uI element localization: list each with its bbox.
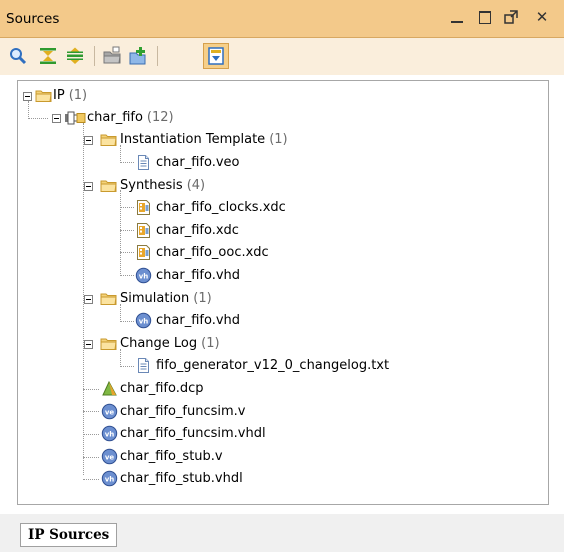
tree-label: Simulation [120, 291, 190, 306]
hierarchy-update-icon[interactable] [206, 46, 226, 66]
sources-title-bar: Sources ✕ [0, 0, 564, 38]
collapse-toggle-icon[interactable] [84, 340, 93, 349]
tree-label: Change Log [120, 336, 198, 351]
tree-node-instantiation-template[interactable]: Instantiation Template (1) [18, 129, 548, 151]
tree-label: char_fifo_funcsim.vhdl [120, 426, 266, 441]
tree-label: char_fifo_ooc.xdc [156, 245, 269, 260]
tab-ip-sources[interactable]: IP Sources [20, 523, 118, 547]
tree-file-sim-vhd[interactable]: char_fifo.vhd [18, 310, 548, 332]
folder-icon [35, 87, 52, 104]
minimize-icon[interactable] [449, 9, 465, 25]
toolbar-separator [94, 46, 95, 66]
tree-file-ooc-xdc[interactable]: char_fifo_ooc.xdc [18, 242, 548, 264]
window-title: Sources [6, 11, 60, 27]
open-folder-icon[interactable] [102, 46, 122, 66]
tree-node-ip[interactable]: IP (1) [18, 85, 548, 107]
maximize-icon[interactable] [477, 9, 493, 25]
vhdl-file-icon [101, 470, 118, 487]
tree-label: Synthesis [120, 178, 183, 193]
folder-icon [100, 131, 117, 148]
tree-file-veo[interactable]: char_fifo.veo [18, 152, 548, 174]
checkpoint-icon [101, 380, 118, 397]
tree-label: Instantiation Template [120, 132, 266, 147]
item-count: (4) [186, 178, 206, 193]
tree-label: char_fifo.dcp [120, 381, 204, 396]
vhdl-file-icon [135, 267, 152, 284]
expand-all-icon[interactable] [65, 46, 85, 66]
constraints-file-icon [135, 222, 152, 239]
sources-toolbar [0, 38, 564, 75]
collapse-toggle-icon[interactable] [84, 295, 93, 304]
sources-tree: IP (1) char_fifo (12) Instantiation Templa… [17, 80, 549, 505]
tree-node-synthesis[interactable]: Synthesis (4) [18, 175, 548, 197]
folder-icon [100, 335, 117, 352]
tree-node-change-log[interactable]: Change Log (1) [18, 333, 548, 355]
tree-node-simulation[interactable]: Simulation (1) [18, 288, 548, 310]
ip-core-icon [64, 109, 86, 126]
tree-label: IP [53, 88, 65, 103]
constraints-file-icon [135, 199, 152, 216]
bottom-tab-strip: IP Sources [0, 514, 564, 552]
tree-label: char_fifo.vhd [156, 313, 241, 328]
constraints-file-icon [135, 244, 152, 261]
tree-file-xdc[interactable]: char_fifo.xdc [18, 220, 548, 242]
tree-file-clocks-xdc[interactable]: char_fifo_clocks.xdc [18, 197, 548, 219]
add-sources-icon[interactable] [128, 46, 148, 66]
float-window-icon[interactable] [503, 9, 519, 25]
tree-file-funcsim-vhdl[interactable]: char_fifo_funcsim.vhdl [18, 423, 548, 445]
tree-label: char_fifo.xdc [156, 223, 239, 238]
toolbar-separator [157, 46, 158, 66]
item-count: (1) [68, 88, 88, 103]
tree-label: char_fifo_stub.vhdl [120, 471, 243, 486]
tree-label: char_fifo [87, 110, 143, 125]
item-count: (1) [193, 291, 212, 306]
close-icon[interactable]: ✕ [534, 9, 550, 25]
item-count: (1) [201, 336, 220, 351]
document-icon [135, 154, 152, 171]
tree-label: char_fifo.veo [156, 155, 240, 170]
tree-file-stub-v[interactable]: char_fifo_stub.v [18, 446, 548, 468]
folder-icon [100, 177, 117, 194]
collapse-toggle-icon[interactable] [23, 92, 32, 101]
document-icon [135, 357, 152, 374]
tree-label: fifo_generator_v12_0_changelog.txt [156, 358, 390, 373]
item-count: (1) [269, 132, 288, 147]
vhdl-file-icon [101, 425, 118, 442]
vhdl-file-icon [135, 312, 152, 329]
collapse-toggle-icon[interactable] [84, 136, 93, 145]
collapse-toggle-icon[interactable] [84, 182, 93, 191]
item-count: (12) [146, 110, 174, 125]
verilog-file-icon [101, 403, 118, 420]
tree-node-char-fifo[interactable]: char_fifo (12) [18, 107, 548, 129]
tree-label: char_fifo_clocks.xdc [156, 200, 286, 215]
search-icon[interactable] [8, 46, 28, 66]
tree-file-changelog-txt[interactable]: fifo_generator_v12_0_changelog.txt [18, 355, 548, 377]
tree-file-funcsim-v[interactable]: char_fifo_funcsim.v [18, 401, 548, 423]
verilog-file-icon [101, 448, 118, 465]
tree-label: char_fifo_funcsim.v [120, 404, 246, 419]
folder-icon [100, 290, 117, 307]
tree-label: char_fifo.vhd [156, 268, 241, 283]
tree-file-synth-vhd[interactable]: char_fifo.vhd [18, 265, 548, 287]
tree-file-dcp[interactable]: char_fifo.dcp [18, 378, 548, 400]
collapse-toggle-icon[interactable] [52, 114, 61, 123]
collapse-all-icon[interactable] [38, 46, 58, 66]
tree-label: char_fifo_stub.v [120, 449, 223, 464]
tree-file-stub-vhdl[interactable]: char_fifo_stub.vhdl [18, 468, 548, 490]
